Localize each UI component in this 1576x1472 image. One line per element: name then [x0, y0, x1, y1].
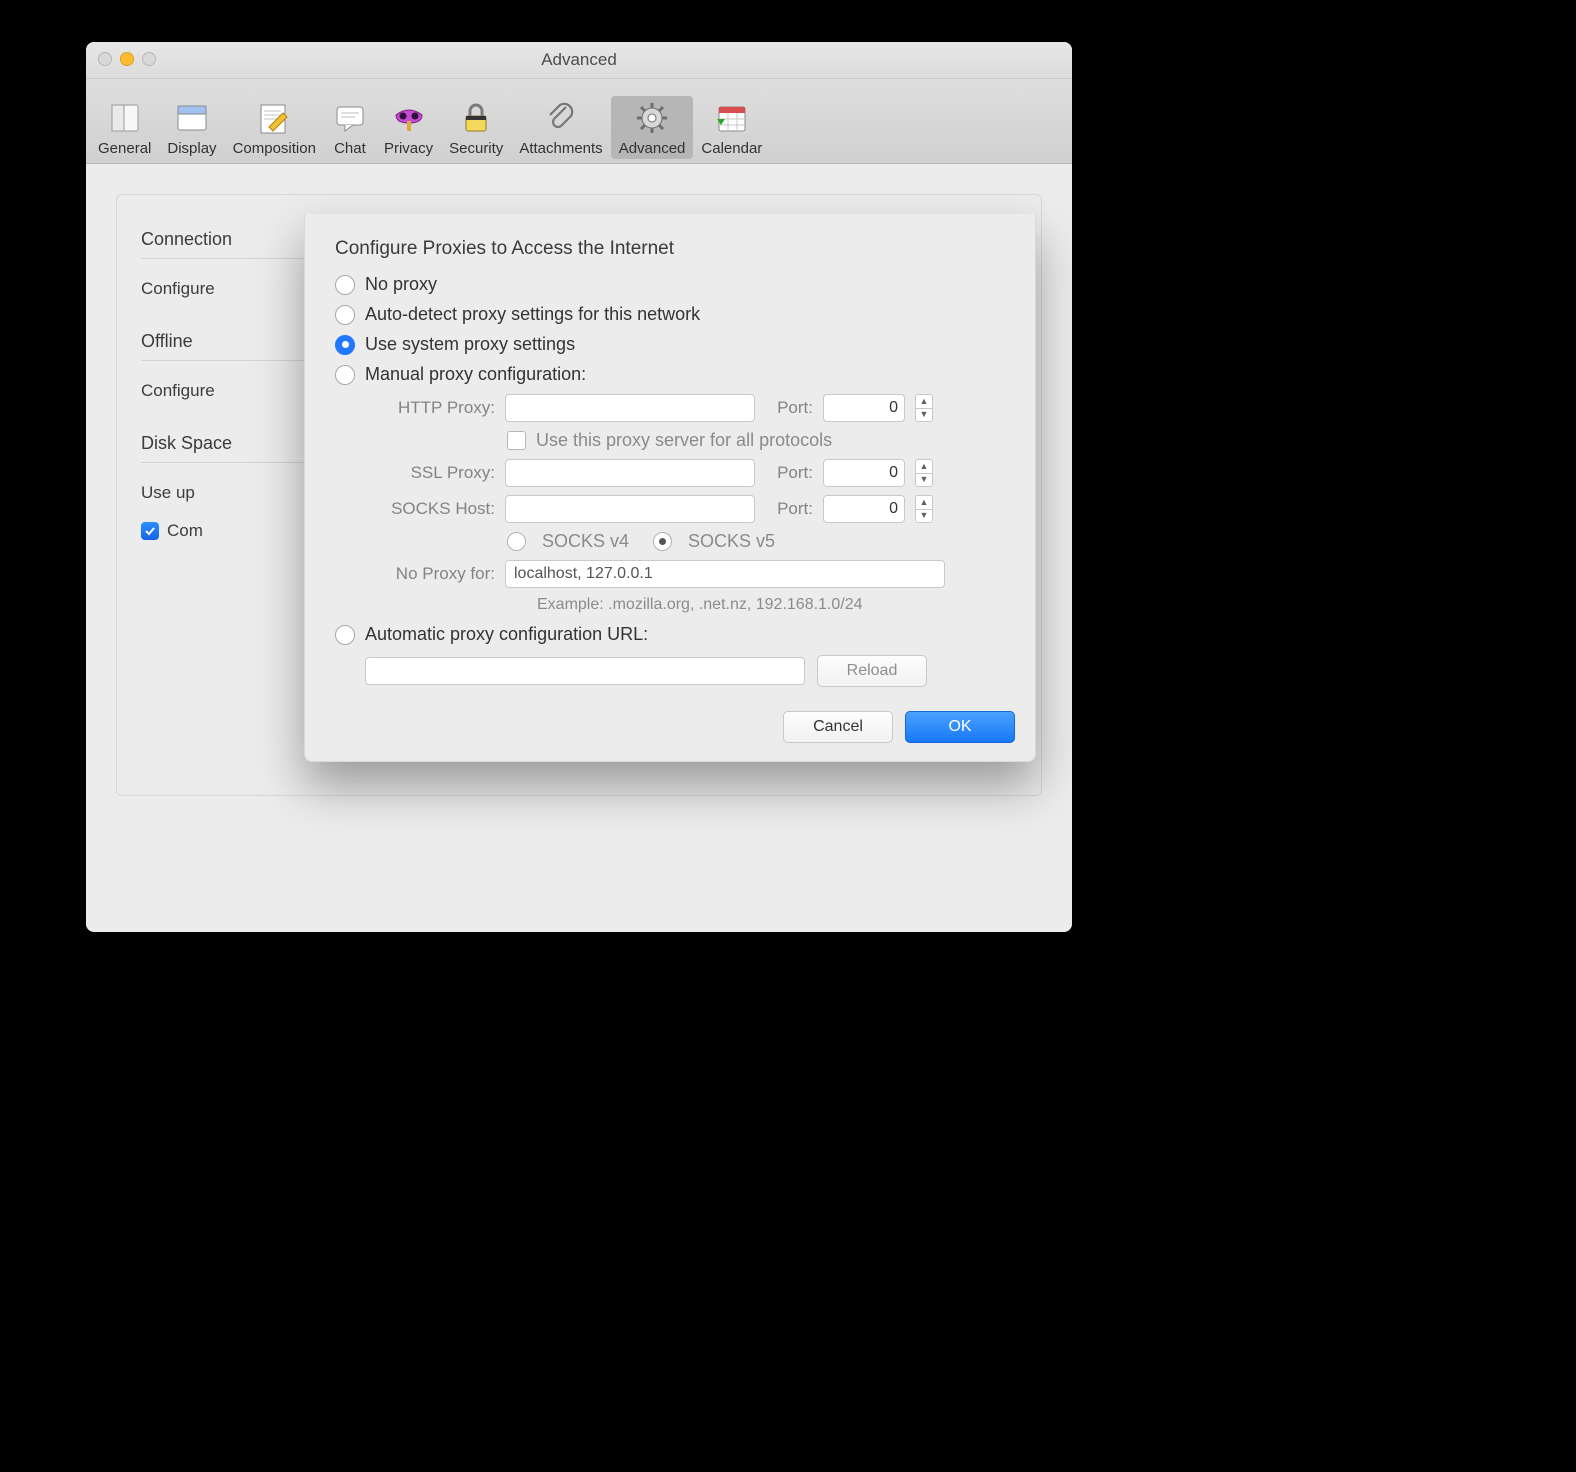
manual-proxy-fields: HTTP Proxy: Port: ▲▼ Use this proxy serv…	[365, 394, 1015, 614]
http-port-input[interactable]	[823, 394, 905, 422]
toolbar-label: Calendar	[701, 140, 762, 157]
port-stepper[interactable]: ▲▼	[915, 495, 933, 523]
calendar-icon	[714, 100, 750, 136]
option-system-proxy[interactable]: Use system proxy settings	[335, 334, 1015, 355]
use-all-label: Use this proxy server for all protocols	[536, 430, 832, 451]
ssl-proxy-input[interactable]	[505, 459, 755, 487]
ssl-port-input[interactable]	[823, 459, 905, 487]
titlebar: Advanced	[86, 42, 1072, 79]
http-proxy-input[interactable]	[505, 394, 755, 422]
radio-selected-icon	[335, 335, 355, 355]
radio-icon	[335, 365, 355, 385]
window-controls	[98, 52, 156, 66]
ok-button[interactable]: OK	[905, 711, 1015, 743]
preferences-window: Advanced General Display Composition Cha…	[86, 42, 1072, 932]
toolbar-label: Advanced	[619, 140, 686, 157]
cancel-button[interactable]: Cancel	[783, 711, 893, 743]
toolbar-label: Attachments	[519, 140, 602, 157]
toolbar-advanced[interactable]: Advanced	[611, 96, 694, 159]
socks-host-input[interactable]	[505, 495, 755, 523]
toolbar-label: Security	[449, 140, 503, 157]
window-title: Advanced	[541, 50, 617, 70]
no-proxy-example: Example: .mozilla.org, .net.nz, 192.168.…	[537, 596, 1015, 614]
toolbar-label: Privacy	[384, 140, 433, 157]
port-stepper[interactable]: ▲▼	[915, 459, 933, 487]
option-label: Automatic proxy configuration URL:	[365, 624, 648, 645]
proxy-dialog: Configure Proxies to Access the Internet…	[304, 214, 1036, 762]
privacy-icon	[391, 100, 427, 136]
socks-port-input[interactable]	[823, 495, 905, 523]
attachments-icon	[543, 100, 579, 136]
toolbar-label: General	[98, 140, 151, 157]
toolbar-composition[interactable]: Composition	[225, 96, 324, 159]
security-icon	[458, 100, 494, 136]
toolbar-attachments[interactable]: Attachments	[511, 96, 610, 159]
compact-label: Com	[167, 521, 203, 541]
option-pac-url[interactable]: Automatic proxy configuration URL:	[335, 624, 1015, 645]
option-no-proxy[interactable]: No proxy	[335, 274, 1015, 295]
ssl-proxy-label: SSL Proxy:	[365, 463, 495, 483]
close-icon[interactable]	[98, 52, 112, 66]
general-icon	[107, 100, 143, 136]
pac-url-input[interactable]	[365, 657, 805, 685]
preferences-toolbar: General Display Composition Chat Privacy	[86, 79, 1072, 164]
option-manual-proxy[interactable]: Manual proxy configuration:	[335, 364, 1015, 385]
http-proxy-label: HTTP Proxy:	[365, 398, 495, 418]
zoom-icon[interactable]	[142, 52, 156, 66]
no-proxy-label: No Proxy for:	[365, 564, 495, 584]
toolbar-general[interactable]: General	[90, 96, 159, 159]
toolbar-label: Chat	[334, 140, 366, 157]
option-label: Auto-detect proxy settings for this netw…	[365, 304, 700, 325]
socks-v5-label: SOCKS v5	[688, 531, 775, 552]
radio-icon	[335, 275, 355, 295]
reload-button[interactable]: Reload	[817, 655, 927, 687]
toolbar-security[interactable]: Security	[441, 96, 511, 159]
radio-icon	[335, 625, 355, 645]
socks-v4-radio[interactable]	[507, 532, 526, 551]
port-label: Port:	[765, 499, 813, 519]
chat-icon	[332, 100, 368, 136]
toolbar-label: Composition	[233, 140, 316, 157]
toolbar-chat[interactable]: Chat	[324, 96, 376, 159]
checkbox-checked-icon[interactable]	[141, 522, 159, 540]
toolbar-privacy[interactable]: Privacy	[376, 96, 441, 159]
socks-v5-radio[interactable]	[653, 532, 672, 551]
port-stepper[interactable]: ▲▼	[915, 394, 933, 422]
use-all-protocols-checkbox[interactable]	[507, 431, 526, 450]
option-label: Manual proxy configuration:	[365, 364, 586, 385]
toolbar-label: Display	[167, 140, 216, 157]
minimize-icon[interactable]	[120, 52, 134, 66]
radio-icon	[335, 305, 355, 325]
no-proxy-input[interactable]	[505, 560, 945, 588]
dialog-title: Configure Proxies to Access the Internet	[335, 238, 1015, 260]
toolbar-calendar[interactable]: Calendar	[693, 96, 770, 159]
option-label: Use system proxy settings	[365, 334, 575, 355]
socks-host-label: SOCKS Host:	[365, 499, 495, 519]
toolbar-display[interactable]: Display	[159, 96, 224, 159]
option-label: No proxy	[365, 274, 437, 295]
composition-icon	[256, 100, 292, 136]
option-auto-detect[interactable]: Auto-detect proxy settings for this netw…	[335, 304, 1015, 325]
port-label: Port:	[765, 398, 813, 418]
display-icon	[174, 100, 210, 136]
gear-icon	[634, 100, 670, 136]
port-label: Port:	[765, 463, 813, 483]
socks-v4-label: SOCKS v4	[542, 531, 629, 552]
